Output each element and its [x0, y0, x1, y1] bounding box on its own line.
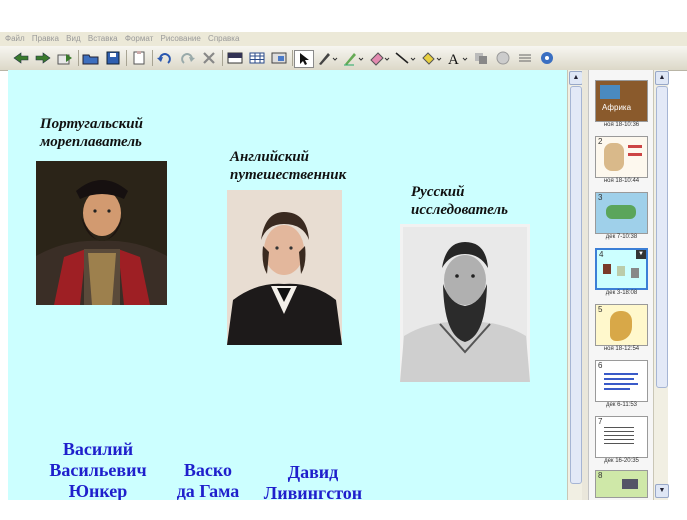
redo-icon[interactable] [178, 50, 196, 66]
thumbnail-date: дек 7-10:38 [605, 234, 638, 240]
menu-file[interactable]: Файл [5, 32, 25, 46]
sorter-scrollbar[interactable]: ▲ ▼ [653, 70, 669, 500]
menu-draw[interactable]: Рисование [161, 32, 201, 46]
delete-icon[interactable] [200, 50, 218, 66]
caption-russian: Русский исследователь [411, 183, 508, 219]
name-vasco-da-gama: Васко да Гама [158, 460, 258, 500]
thumbnail-date: дек 6-11:53 [605, 402, 638, 408]
text-icon[interactable]: A [446, 50, 468, 66]
thumbnail-date: ноя 18-12:54 [603, 346, 640, 352]
table-icon[interactable] [248, 50, 266, 66]
name-david-livingstone: Давид Ливингстон [248, 462, 378, 500]
slide-canvas[interactable]: Португальский мореплаватель Английский п… [8, 70, 567, 500]
eraser-icon[interactable] [368, 50, 390, 66]
caption-line: исследователь [411, 202, 508, 218]
caption-line: Английский [230, 149, 309, 165]
thumbnail-menu-icon[interactable]: ▼ [636, 250, 646, 259]
back-icon[interactable] [12, 50, 30, 66]
portrait-vasco-da-gama[interactable] [36, 161, 167, 305]
caption-line: Русский [411, 184, 465, 200]
main-toolbar: A [0, 46, 687, 71]
undo-icon[interactable] [156, 50, 174, 66]
thumbnail-number: 5 [598, 305, 603, 314]
canvas-scrollbar[interactable]: ▲ [567, 70, 583, 500]
thumbnail-date: дек 16-20:35 [604, 458, 639, 464]
menu-edit[interactable]: Правка [32, 32, 59, 46]
menu-view[interactable]: Вид [66, 32, 80, 46]
menu-bar: Файл Правка Вид Вставка Формат Рисование… [0, 32, 687, 46]
save-icon[interactable] [104, 50, 122, 66]
sorter-scroll-down-button[interactable]: ▼ [655, 484, 669, 498]
creative-pen-icon[interactable] [342, 50, 364, 66]
thumbnail-label: Африка [602, 103, 632, 112]
thumbnail-number: 2 [598, 137, 603, 146]
scroll-thumb[interactable] [570, 86, 582, 484]
settings-icon[interactable] [538, 50, 556, 66]
open-icon[interactable] [82, 50, 100, 66]
name-line: Василий [62, 439, 134, 459]
forward-icon[interactable] [34, 50, 52, 66]
name-vasily-junker: Василий Васильевич Юнкер [28, 439, 168, 500]
portrait-vasily-junker[interactable] [400, 224, 530, 382]
add-page-icon[interactable] [56, 50, 74, 66]
fill-icon[interactable] [420, 50, 442, 66]
menu-insert[interactable]: Вставка [88, 32, 118, 46]
caption-line: мореплаватель [40, 134, 142, 150]
caption-line: Португальский [40, 116, 143, 132]
menu-format[interactable]: Формат [125, 32, 153, 46]
name-line: да Гама [176, 481, 240, 500]
bottom-area [0, 500, 687, 520]
thumbnail-date: ноя 18-10:36 [603, 122, 640, 128]
thumbnail-number: 6 [598, 361, 603, 370]
screen-shade-icon[interactable] [226, 50, 244, 66]
select-arrow-icon[interactable] [294, 50, 314, 68]
caption-portuguese: Португальский мореплаватель [40, 115, 143, 151]
capture-icon[interactable] [270, 50, 288, 66]
thumbnail-number: 3 [598, 193, 603, 202]
svg-text:A: A [448, 52, 459, 66]
name-line: Юнкер [68, 481, 128, 500]
scroll-up-button[interactable]: ▲ [569, 71, 583, 85]
name-line: Васильевич [49, 460, 147, 480]
thumbnail-date: ноя 18-10:44 [603, 178, 640, 184]
line-icon[interactable] [394, 50, 416, 66]
thumbnail-date: дек 3-18:08 [605, 290, 638, 296]
more-icon[interactable] [516, 50, 534, 66]
camera-icon[interactable] [494, 50, 512, 66]
name-line: Васко [183, 460, 233, 480]
pen-icon[interactable] [316, 50, 338, 66]
portrait-david-livingstone[interactable] [227, 190, 342, 345]
name-line: Давид [287, 462, 339, 482]
caption-line: путешественник [230, 167, 347, 183]
caption-english: Английский путешественник [230, 148, 346, 184]
name-line: Ливингстон [263, 483, 363, 500]
properties-icon[interactable] [472, 50, 490, 66]
thumbnail-number: 8 [598, 471, 603, 480]
paste-icon[interactable] [130, 50, 148, 66]
thumbnail-number: 7 [598, 417, 603, 426]
menu-help[interactable]: Справка [208, 32, 239, 46]
sorter-scroll-up-button[interactable]: ▲ [655, 71, 669, 85]
thumbnail-number: 4 [599, 250, 604, 259]
page-sorter: Африка ноя 18-10:36 2 ноя 18-10:44 3 дек… [588, 70, 654, 500]
sorter-scroll-thumb[interactable] [656, 86, 668, 388]
